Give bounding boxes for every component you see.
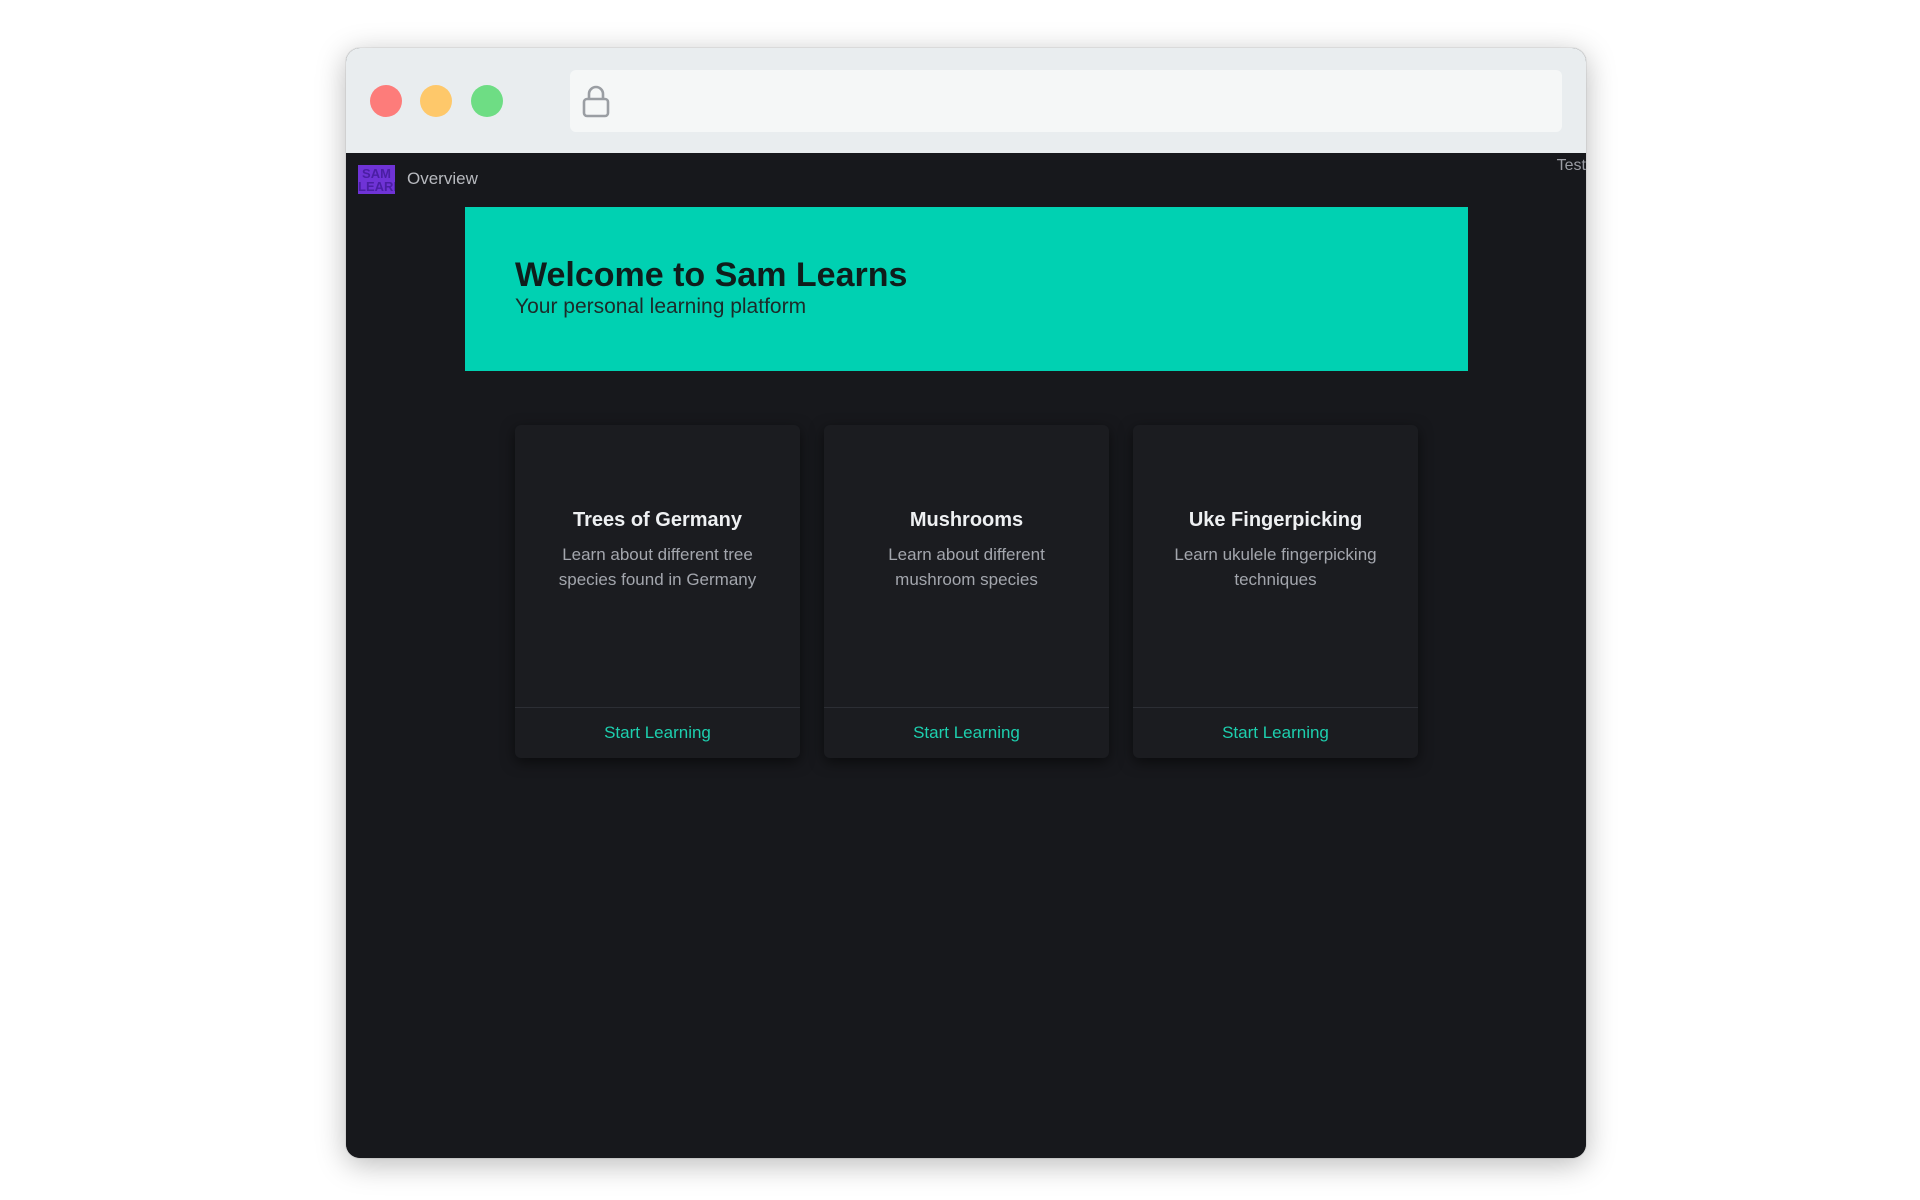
browser-toolbar — [346, 48, 1586, 153]
hero-banner: Welcome to Sam Learns Your personal lear… — [465, 207, 1468, 371]
close-window-button[interactable] — [370, 85, 402, 117]
hero-title: Welcome to Sam Learns — [515, 256, 908, 294]
course-description: Learn about different mushroom species — [888, 545, 1045, 589]
nav-item-test[interactable]: Test — [1557, 157, 1586, 175]
course-card-footer: Start Learning — [1133, 707, 1418, 758]
course-card: Uke Fingerpicking Learn ukulele fingerpi… — [1133, 425, 1418, 758]
course-title: Uke Fingerpicking — [1188, 509, 1363, 531]
lock-icon — [582, 85, 610, 118]
course-card-footer: Start Learning — [824, 707, 1109, 758]
course-description: Learn ukulele fingerpicking techniques — [1174, 545, 1377, 589]
hero-subtitle: Your personal learning platform — [515, 295, 807, 318]
minimize-window-button[interactable] — [420, 85, 452, 117]
start-learning-link[interactable]: Start Learning — [913, 723, 1020, 743]
course-title: Trees of Germany — [573, 509, 742, 531]
page-viewport: SAM LEARNS Overview Test Welcome to Sam … — [346, 153, 1586, 1158]
nav-item-overview[interactable]: Overview — [407, 169, 478, 189]
course-card-footer: Start Learning — [515, 707, 800, 758]
maximize-window-button[interactable] — [471, 85, 503, 117]
start-learning-link[interactable]: Start Learning — [604, 723, 711, 743]
course-card: Mushrooms Learn about different mushroom… — [824, 425, 1109, 758]
browser-window: SAM LEARNS Overview Test Welcome to Sam … — [346, 48, 1586, 1158]
start-learning-link[interactable]: Start Learning — [1222, 723, 1329, 743]
course-description: Learn about different tree species found… — [558, 545, 757, 589]
course-title: Mushrooms — [909, 509, 1024, 531]
address-bar[interactable] — [570, 70, 1562, 132]
site-logo[interactable]: SAM LEARNS — [358, 165, 395, 194]
course-card-list: Trees of Germany Learn about different t… — [515, 425, 1420, 758]
course-card: Trees of Germany Learn about different t… — [515, 425, 800, 758]
